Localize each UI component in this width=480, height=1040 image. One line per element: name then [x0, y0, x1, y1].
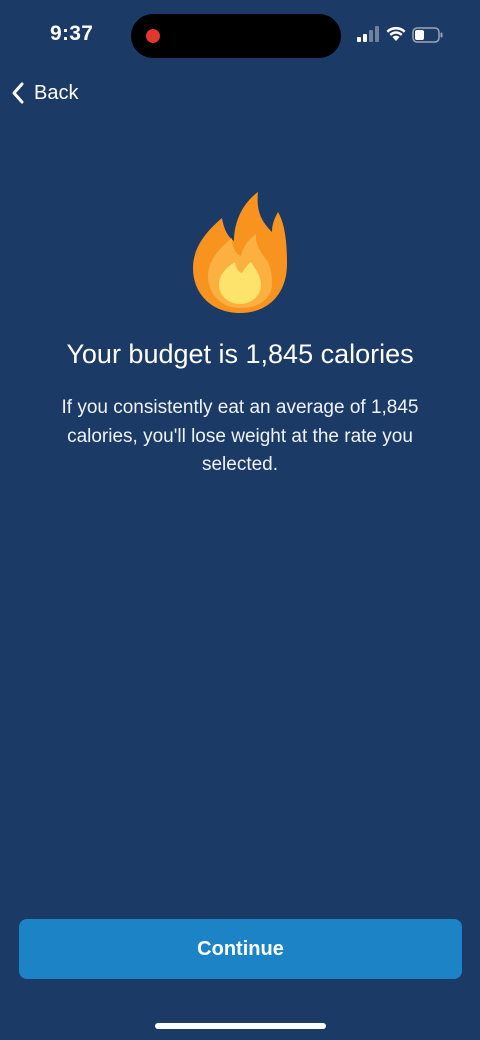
budget-description: If you consistently eat an average of 1,… — [61, 397, 419, 475]
recording-indicator-icon — [146, 29, 160, 43]
back-button[interactable]: Back — [10, 78, 78, 108]
back-label: Back — [34, 81, 79, 104]
cellular-signal-icon — [357, 26, 379, 42]
home-indicator[interactable] — [155, 1023, 326, 1029]
status-bar: 9:37 — [0, 0, 480, 72]
status-time: 9:37 — [50, 22, 94, 45]
flame-icon — [193, 192, 287, 313]
page-title: Your budget is 1,845 calories — [66, 339, 414, 369]
dynamic-island — [131, 14, 341, 58]
chevron-left-icon — [12, 82, 24, 104]
battery-icon — [412, 27, 443, 43]
wifi-icon — [386, 26, 406, 41]
continue-button[interactable]: Continue — [19, 919, 462, 979]
